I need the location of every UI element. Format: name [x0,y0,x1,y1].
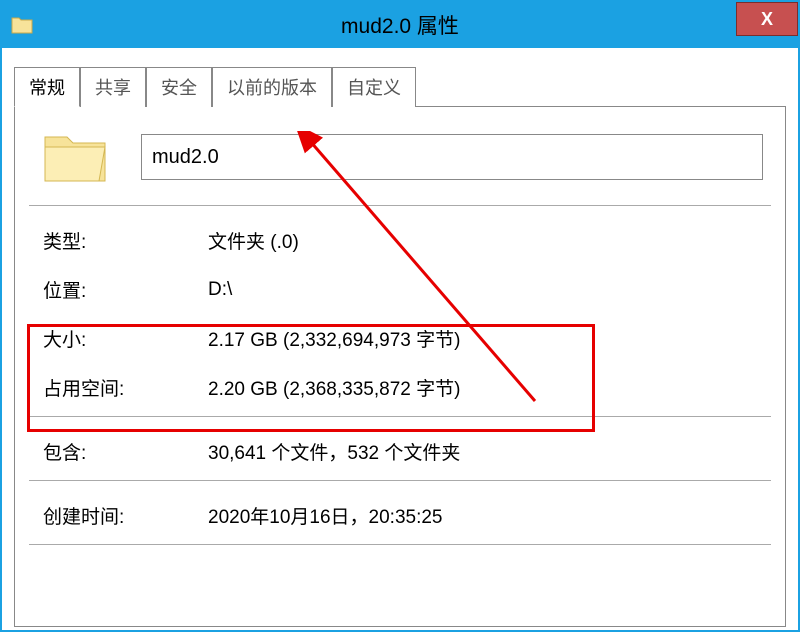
size-on-disk-label: 占用空间: [43,374,208,401]
divider [29,544,771,545]
folder-icon [10,13,34,37]
tab-previous-versions[interactable]: 以前的版本 [212,67,332,107]
row-size-on-disk: 占用空间: 2.20 GB (2,368,335,872 字节) [29,363,771,412]
location-label: 位置: [43,276,208,303]
properties-dialog: mud2.0 属性 X 常规 共享 安全 以前的版本 自定义 [0,0,800,632]
titlebar[interactable]: mud2.0 属性 X [2,2,798,48]
tab-general[interactable]: 常规 [14,67,80,107]
contains-label: 包含: [43,438,208,465]
type-value: 文件夹 (.0) [208,227,299,254]
tab-strip: 常规 共享 安全 以前的版本 自定义 [14,66,786,107]
size-value: 2.17 GB (2,332,694,973 字节) [208,325,460,352]
row-created: 创建时间: 2020年10月16日，20:35:25 [29,491,771,540]
close-button[interactable]: X [736,2,798,36]
folder-name-input[interactable] [141,134,763,180]
row-contains: 包含: 30,641 个文件，532 个文件夹 [29,427,771,476]
header-row [29,127,771,187]
general-panel: 类型: 文件夹 (.0) 位置: D:\ 大小: 2.17 GB (2,332,… [14,107,786,627]
divider [29,480,771,481]
row-location: 位置: D:\ [29,265,771,314]
divider [29,416,771,417]
size-on-disk-value: 2.20 GB (2,368,335,872 字节) [208,374,460,401]
window-title: mud2.0 属性 [341,10,459,40]
size-label: 大小: [43,325,208,352]
type-label: 类型: [43,227,208,254]
row-type: 类型: 文件夹 (.0) [29,216,771,265]
contains-value: 30,641 个文件，532 个文件夹 [208,438,460,465]
folder-icon-large [41,127,111,187]
divider [29,205,771,206]
created-value: 2020年10月16日，20:35:25 [208,502,443,529]
created-label: 创建时间: [43,502,208,529]
close-icon: X [761,9,773,30]
tab-custom[interactable]: 自定义 [332,67,416,107]
row-size: 大小: 2.17 GB (2,332,694,973 字节) [29,314,771,363]
tab-security[interactable]: 安全 [146,67,212,107]
content-area: 常规 共享 安全 以前的版本 自定义 类型: 文件夹 (.0 [2,48,798,630]
properties-section: 类型: 文件夹 (.0) 位置: D:\ 大小: 2.17 GB (2,332,… [29,216,771,545]
tab-sharing[interactable]: 共享 [80,67,146,107]
location-value: D:\ [208,279,232,301]
